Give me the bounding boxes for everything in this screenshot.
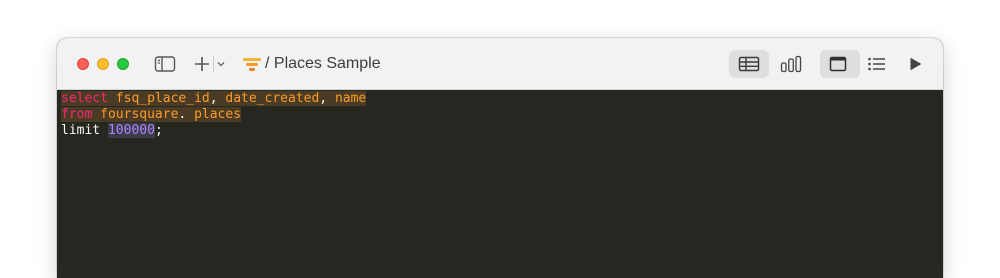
code-line[interactable]: select fsq_place_id, date_created, name — [57, 91, 943, 107]
run-button[interactable] — [897, 50, 933, 78]
sql-text: , — [209, 91, 226, 106]
editor-layout-button[interactable] — [820, 50, 860, 78]
code-line[interactable]: from foursquare. places — [57, 107, 943, 123]
list-button[interactable] — [857, 50, 897, 78]
sql-text: limit — [61, 123, 101, 138]
sql-text: . — [178, 107, 195, 122]
sql-text: ; — [154, 123, 163, 138]
editor-layout-icon — [820, 50, 856, 78]
sql-text — [107, 91, 116, 106]
sql-number: 100000 — [107, 123, 155, 138]
sidebar-toggle-icon[interactable] — [153, 54, 177, 74]
close-window-button[interactable] — [77, 58, 89, 70]
maximize-window-button[interactable] — [117, 58, 129, 70]
sql-identifier: name — [334, 91, 367, 106]
sql-identifier: places — [194, 107, 242, 122]
chart-view-icon — [771, 50, 811, 78]
plus-icon[interactable] — [192, 52, 212, 76]
sql-text: , — [319, 91, 335, 106]
sql-keyword: select — [61, 91, 108, 106]
minimize-window-button[interactable] — [97, 58, 109, 70]
app-window: / Places Sample select fsq_place_id, dat… — [57, 38, 943, 278]
chart-view-button[interactable] — [771, 50, 811, 78]
sql-keyword: from — [61, 107, 93, 122]
sql-identifier: fsq_place_id — [115, 91, 210, 106]
sql-editor[interactable]: select fsq_place_id, date_created, name f… — [57, 90, 943, 278]
list-icon — [857, 50, 897, 78]
window-title: / Places Sample — [265, 55, 381, 72]
sql-identifier: foursquare — [100, 107, 179, 122]
sql-text — [92, 107, 101, 122]
chevron-down-icon[interactable] — [214, 54, 228, 74]
table-view-button[interactable] — [729, 50, 769, 78]
sql-identifier: date_created — [225, 91, 320, 106]
run-icon — [897, 50, 933, 78]
table-view-icon — [729, 50, 769, 78]
title-bar: / Places Sample — [57, 38, 943, 90]
code-line[interactable]: limit 100000; — [57, 123, 943, 139]
funnel-icon — [241, 53, 263, 75]
